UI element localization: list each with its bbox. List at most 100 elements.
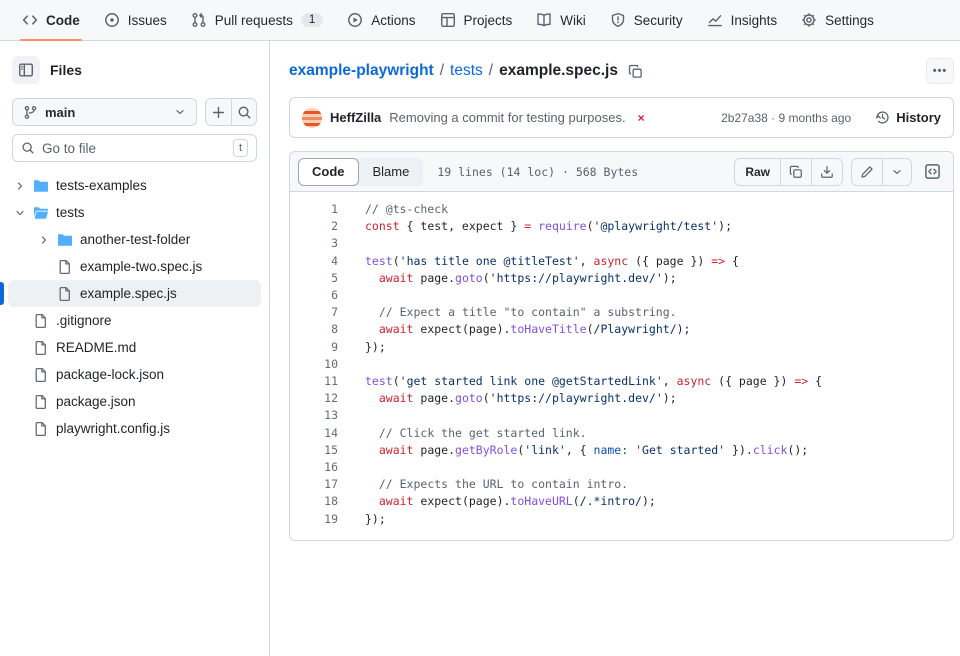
tree-item-label: example.spec.js — [80, 286, 177, 301]
line-number[interactable]: 10 — [290, 356, 338, 373]
code-line: 15 await page.getByRole('link', { name: … — [290, 442, 953, 459]
tab-code[interactable]: Code — [12, 0, 90, 41]
copy-path-button[interactable] — [628, 64, 643, 79]
history-label: History — [896, 110, 941, 125]
edit-dropdown-button[interactable] — [882, 158, 911, 185]
tree-item-tests[interactable]: tests — [8, 199, 261, 226]
raw-button[interactable]: Raw — [735, 159, 780, 185]
line-number[interactable]: 15 — [290, 442, 338, 459]
line-number[interactable]: 19 — [290, 511, 338, 528]
folder-icon — [57, 232, 73, 248]
line-number[interactable]: 4 — [290, 253, 338, 270]
file-icon — [33, 340, 49, 356]
tree-item-example-spec[interactable]: example.spec.js — [0, 280, 261, 307]
avatar[interactable] — [302, 107, 322, 128]
download-icon — [820, 165, 834, 179]
line-number[interactable]: 2 — [290, 218, 338, 235]
tab-insights[interactable]: Insights — [697, 0, 788, 40]
tree-item-readme[interactable]: README.md — [8, 334, 261, 361]
history-button[interactable]: History — [875, 110, 941, 125]
code-text: }); — [365, 339, 386, 354]
file-icon — [33, 313, 49, 329]
code-line: 12 await page.goto('https://playwright.d… — [290, 390, 953, 407]
code-blame-switcher: Code Blame — [298, 157, 424, 186]
line-number[interactable]: 6 — [290, 287, 338, 304]
edit-pencil-button[interactable] — [852, 159, 882, 185]
line-number[interactable]: 17 — [290, 476, 338, 493]
tree-item-gitignore[interactable]: .gitignore — [8, 307, 261, 334]
line-number[interactable]: 18 — [290, 493, 338, 510]
go-to-file-placeholder: Go to file — [42, 140, 97, 156]
line-number[interactable]: 3 — [290, 235, 338, 252]
files-panel-title: Files — [50, 62, 82, 78]
line-number[interactable]: 14 — [290, 425, 338, 442]
line-number[interactable]: 11 — [290, 373, 338, 390]
tab-pull-requests[interactable]: Pull requests 1 — [181, 0, 333, 40]
tab-actions[interactable]: Actions — [337, 0, 425, 40]
breadcrumb-repo-link[interactable]: example-playwright — [289, 62, 434, 80]
repo-tab-nav: Code Issues Pull requests 1 Actions Proj… — [0, 0, 960, 41]
tab-security[interactable]: Security — [600, 0, 693, 40]
search-tree-button[interactable] — [231, 99, 256, 125]
line-number[interactable]: 8 — [290, 321, 338, 338]
line-number[interactable]: 1 — [290, 201, 338, 218]
chevron-right-icon — [14, 180, 26, 192]
collapse-sidebar-button[interactable] — [12, 56, 40, 84]
tree-item-package-lock[interactable]: package-lock.json — [8, 361, 261, 388]
tab-code-view[interactable]: Code — [298, 157, 359, 186]
line-number[interactable]: 13 — [290, 407, 338, 424]
commit-message-link[interactable]: Removing a commit for testing purposes. — [389, 110, 625, 125]
breadcrumb-file-name: example.spec.js — [499, 62, 618, 79]
symbols-panel-button[interactable] — [920, 163, 945, 180]
tab-label: Settings — [825, 12, 874, 28]
tab-wiki[interactable]: Wiki — [526, 0, 596, 40]
code-line: 7 // Expect a title "to contain" a subst… — [290, 304, 953, 321]
tree-item-playwright-config[interactable]: playwright.config.js — [8, 415, 261, 442]
tab-projects[interactable]: Projects — [430, 0, 523, 40]
line-number[interactable]: 5 — [290, 270, 338, 287]
sidebar-panel-icon — [18, 62, 34, 78]
tree-item-tests-examples[interactable]: tests-examples — [8, 172, 261, 199]
new-file-button[interactable] — [206, 99, 231, 125]
line-number[interactable]: 7 — [290, 304, 338, 321]
copy-file-button[interactable] — [780, 158, 811, 185]
code-line: 2 const { test, expect } = require('@play… — [290, 218, 953, 235]
tree-item-example-two-spec[interactable]: example-two.spec.js — [8, 253, 261, 280]
download-button[interactable] — [811, 158, 842, 185]
breadcrumb: example-playwright / tests / example.spe… — [289, 62, 618, 80]
branch-selector[interactable]: main — [12, 98, 197, 126]
tab-blame-view[interactable]: Blame — [359, 158, 424, 186]
code-text: test('has title one @titleTest', async (… — [365, 253, 739, 268]
code-line: 14 // Click the get started link. — [290, 425, 953, 442]
tree-item-label: package-lock.json — [56, 367, 165, 382]
code-line: 5 await page.goto('https://playwright.de… — [290, 270, 953, 287]
go-to-file-input[interactable]: Go to file t — [12, 134, 257, 162]
commit-sha-and-time: 2b27a38 · 9 months ago — [721, 110, 852, 125]
commit-author-link[interactable]: HeffZilla — [330, 110, 381, 125]
chevron-down-icon — [891, 166, 903, 178]
line-number[interactable]: 9 — [290, 339, 338, 356]
tree-item-label: tests-examples — [56, 178, 147, 193]
code-text: await page.goto('https://playwright.dev/… — [378, 270, 677, 285]
chevron-right-icon — [38, 234, 50, 246]
code-text: test('get started link one @getStartedLi… — [365, 374, 823, 389]
code-line: 3 — [290, 235, 953, 252]
check-failed-icon[interactable]: × — [638, 111, 645, 125]
tab-issues[interactable]: Issues — [94, 0, 177, 40]
tree-item-another-test-folder[interactable]: another-test-folder — [8, 226, 261, 253]
folder-open-icon — [33, 205, 49, 221]
tab-settings[interactable]: Settings — [791, 0, 884, 40]
tree-item-package-json[interactable]: package.json — [8, 388, 261, 415]
more-options-button[interactable]: ••• — [926, 58, 954, 84]
file-content-panel: Code Blame 19 lines (14 loc) · 568 Bytes… — [289, 151, 954, 541]
line-number[interactable]: 12 — [290, 390, 338, 407]
book-icon — [536, 12, 552, 28]
shortcut-key-badge: t — [232, 139, 248, 157]
code-text: // Expects the URL to contain intro. — [378, 477, 629, 492]
breadcrumb-dir-link[interactable]: tests — [450, 62, 483, 80]
copy-icon — [789, 165, 803, 179]
line-number[interactable]: 16 — [290, 459, 338, 476]
gear-icon — [801, 12, 817, 28]
